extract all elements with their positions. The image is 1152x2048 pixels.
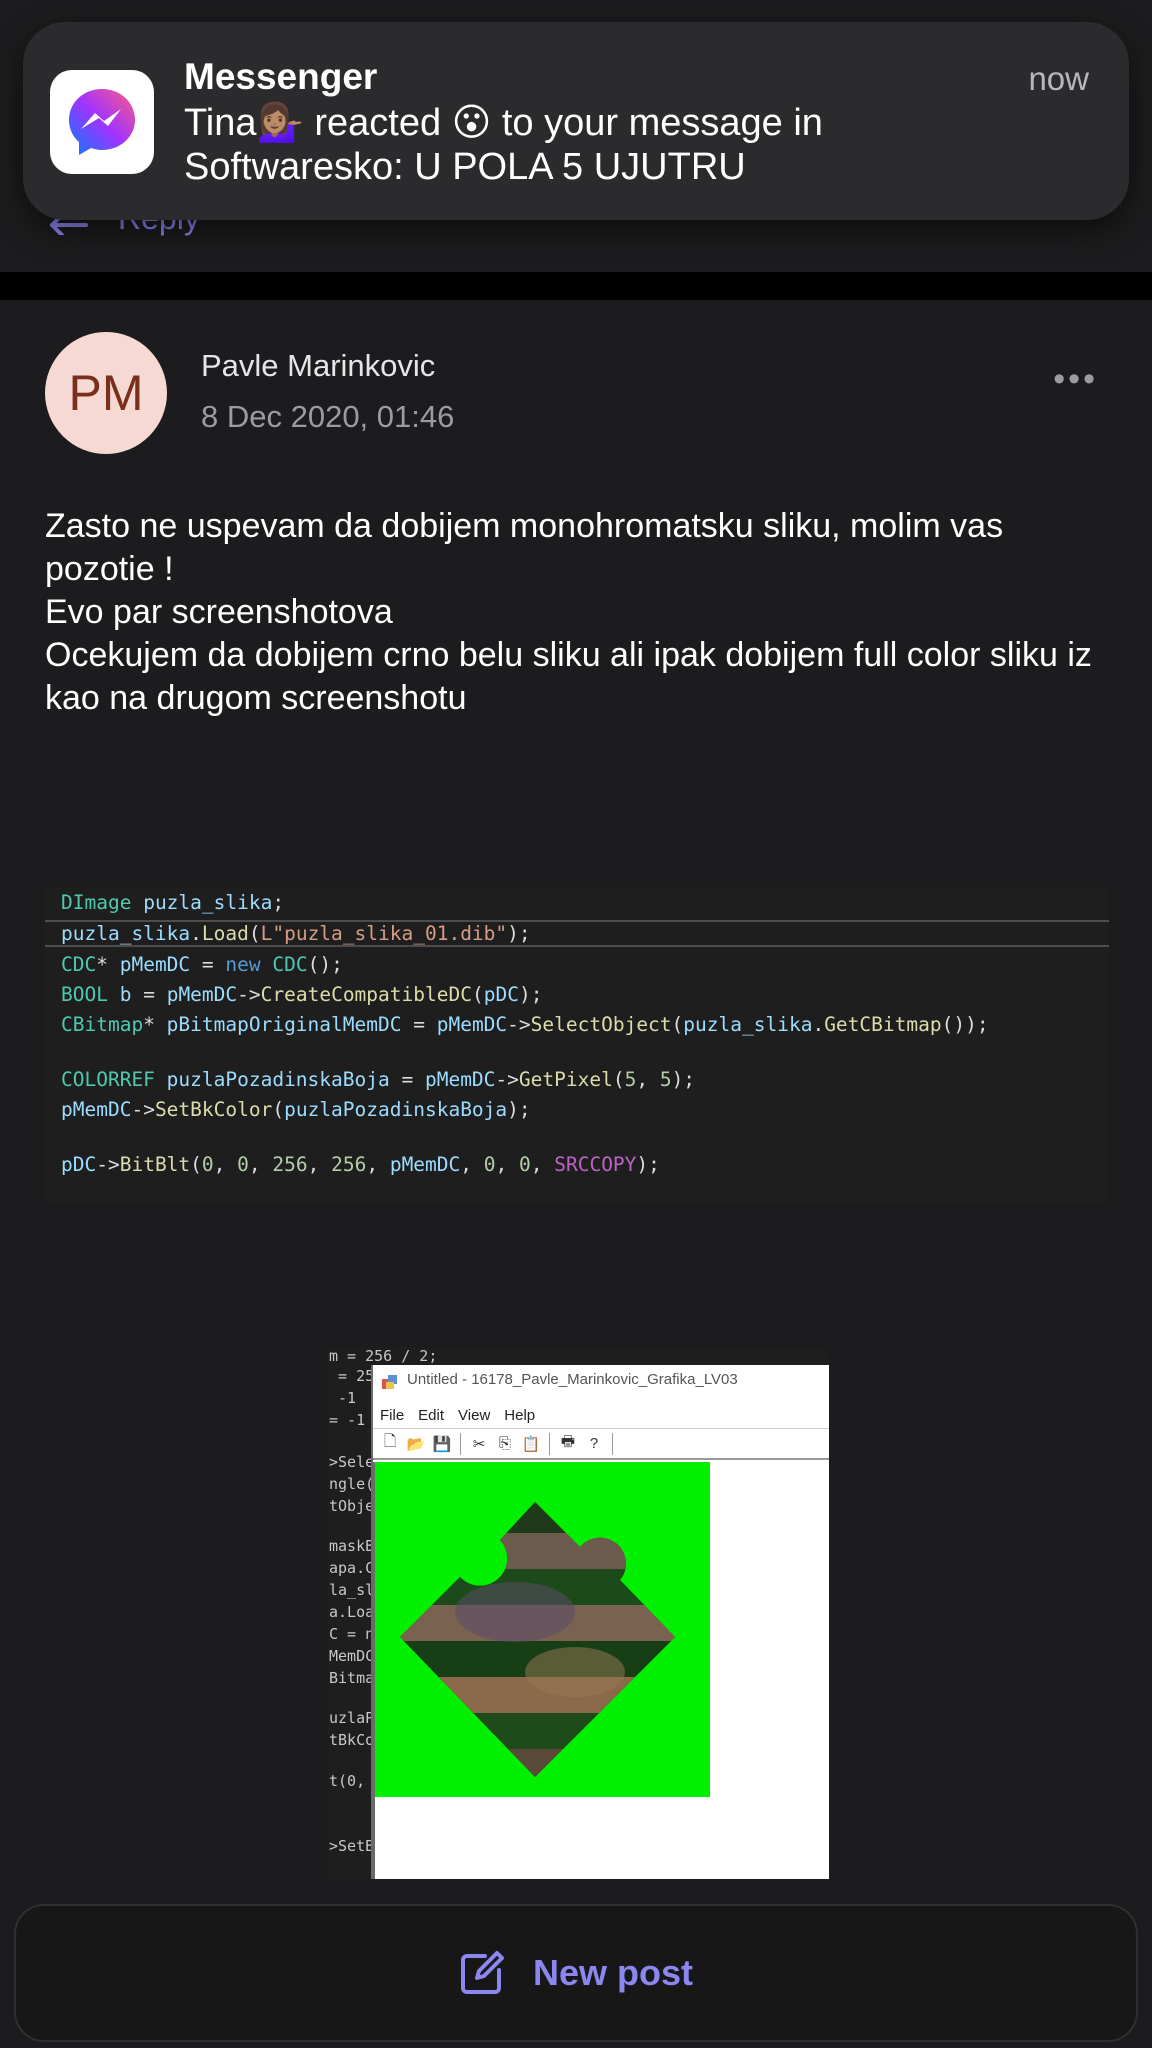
bg-code-line: >SetB bbox=[329, 1837, 375, 1855]
code-line: pMemDC->SetBkColor(puzlaPozadinskaBoja); bbox=[61, 1098, 531, 1121]
post-separator bbox=[0, 272, 1152, 300]
window-toolbar: 🗋 📂 💾 ✂ ⎘ 📋 🖶 ? bbox=[373, 1428, 829, 1460]
post-author[interactable]: Pavle Marinkovic bbox=[201, 348, 435, 384]
bg-code-line: apa.C bbox=[329, 1559, 375, 1577]
notification-message-line2: Softwaresko: U POLA 5 UJUTRU bbox=[184, 146, 746, 188]
messenger-icon bbox=[50, 70, 154, 174]
menu-view: View bbox=[458, 1407, 491, 1424]
notification-app-name: Messenger bbox=[184, 56, 378, 97]
menu-edit: Edit bbox=[418, 1407, 445, 1424]
save-icon: 💾 bbox=[432, 1435, 452, 1453]
copy-icon: ⎘ bbox=[498, 1435, 511, 1452]
bg-code-line: t(0, bbox=[329, 1772, 375, 1790]
post-text-line: Zasto ne uspevam da dobijem monohromatsk… bbox=[45, 507, 1004, 588]
toolbar-separator bbox=[612, 1432, 613, 1455]
bg-code-line: maskB bbox=[329, 1537, 375, 1555]
bg-code-line: C = n bbox=[329, 1625, 375, 1643]
menu-help: Help bbox=[504, 1407, 536, 1424]
avatar-initials: PM bbox=[68, 365, 144, 421]
open-folder-icon: 📂 bbox=[406, 1435, 426, 1453]
compose-icon bbox=[460, 1951, 504, 1994]
notification-time: now bbox=[1028, 60, 1089, 97]
toolbar-separator bbox=[549, 1432, 550, 1455]
bg-code-line: uzlaP bbox=[329, 1709, 375, 1727]
post-body: Zasto ne uspevam da dobijem monohromatsk… bbox=[45, 505, 1115, 720]
app-icon bbox=[382, 1375, 397, 1389]
print-icon: 🖶 bbox=[560, 1433, 576, 1450]
code-line: DImage puzla_slika; bbox=[61, 891, 285, 914]
avatar[interactable]: PM bbox=[45, 332, 167, 454]
bg-code-line: ngle( bbox=[329, 1475, 375, 1493]
post: PM Pavle Marinkovic 8 Dec 2020, 01:46 ••… bbox=[0, 300, 1152, 1890]
notification-message-line1: Tina💁🏽‍♀️ reacted 😮 to your message in bbox=[184, 102, 823, 144]
post-date: 8 Dec 2020, 01:46 bbox=[201, 399, 455, 434]
help-icon: ? bbox=[589, 1435, 599, 1452]
code-line: BOOL b = pMemDC->CreateCompatibleDC(pDC)… bbox=[61, 983, 543, 1006]
new-post-button[interactable]: New post bbox=[14, 1904, 1138, 2042]
code-line: pDC->BitBlt(0, 0, 256, 256, pMemDC, 0, 0… bbox=[61, 1153, 660, 1176]
post-text-line: Evo par screenshotova bbox=[45, 593, 393, 631]
bg-code-line: Bitma bbox=[329, 1669, 375, 1687]
bg-code-line: = 25 bbox=[329, 1367, 375, 1385]
bg-code-line: >Sele bbox=[329, 1453, 375, 1471]
app-window: Untitled - 16178_Pavle_Marinkovic_Grafik… bbox=[371, 1365, 829, 1879]
bg-code-line: a.Loa bbox=[329, 1603, 375, 1621]
code-line: CBitmap* pBitmapOriginalMemDC = pMemDC->… bbox=[61, 1013, 989, 1036]
new-file-icon: 🗋 bbox=[383, 1433, 397, 1450]
post-text-line: Ocekujem da dobijem crno belu sliku ali … bbox=[45, 636, 1092, 717]
new-post-label: New post bbox=[532, 1952, 693, 1993]
app-window-screenshot[interactable]: m = 256 / 2; = 25 -1 = -1 >Sele ngle( tO… bbox=[327, 1347, 829, 1879]
bg-code-line: la_sl bbox=[329, 1581, 375, 1599]
menu-file: File bbox=[380, 1407, 405, 1424]
more-options-button[interactable]: ••• bbox=[1053, 360, 1098, 399]
bottom-bar: New post bbox=[0, 1890, 1152, 2048]
puzzle-piece-image bbox=[400, 1502, 675, 1777]
bg-code-line: MemDC bbox=[329, 1647, 375, 1665]
code-line: CDC* pMemDC = new CDC(); bbox=[61, 953, 343, 976]
bg-code-line: m = 256 / 2; bbox=[329, 1347, 438, 1365]
window-menu-bar: File Edit View Help bbox=[380, 1407, 535, 1424]
bg-code-line: = -1 bbox=[329, 1411, 366, 1429]
toolbar-separator bbox=[460, 1432, 461, 1455]
cut-icon: ✂ bbox=[472, 1435, 486, 1453]
rendered-canvas bbox=[375, 1462, 710, 1797]
window-title: Untitled - 16178_Pavle_Marinkovic_Grafik… bbox=[407, 1371, 738, 1388]
bg-code-line: -1 bbox=[329, 1389, 357, 1407]
more-icon: ••• bbox=[1053, 360, 1098, 398]
code-screenshot[interactable]: DImage puzla_slika; puzla_slika.Load(L"p… bbox=[45, 887, 1109, 1203]
paste-icon: 📋 bbox=[521, 1435, 541, 1453]
bg-code-line: tBkCo bbox=[329, 1731, 375, 1749]
bg-code-line: tObje bbox=[329, 1497, 375, 1515]
push-notification[interactable]: Messenger now Tina💁🏽‍♀️ reacted 😮 to you… bbox=[23, 22, 1129, 220]
code-line: COLORREF puzlaPozadinskaBoja = pMemDC->G… bbox=[61, 1068, 696, 1091]
code-line: puzla_slika.Load(L"puzla_slika_01.dib"); bbox=[45, 920, 1109, 947]
